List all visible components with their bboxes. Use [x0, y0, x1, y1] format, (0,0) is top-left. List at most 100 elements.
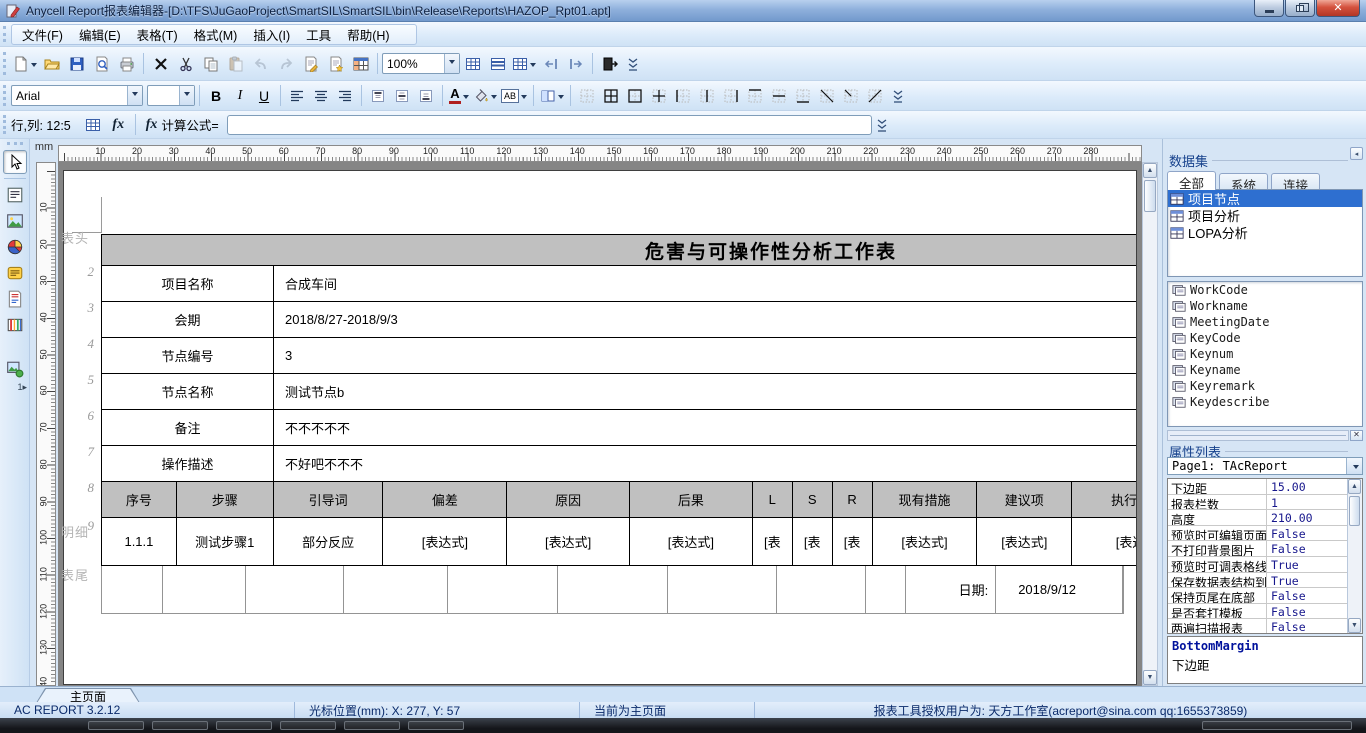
- redo-button[interactable]: [273, 51, 298, 76]
- grid-footer-cell[interactable]: [102, 566, 163, 613]
- grid-footer-cell[interactable]: [777, 566, 867, 613]
- border-horizontal-middle-button[interactable]: [767, 84, 791, 107]
- info-label-cell[interactable]: 会期: [102, 302, 274, 337]
- print-preview-button[interactable]: [89, 51, 114, 76]
- zoom-combo[interactable]: 100%: [382, 53, 460, 74]
- restore-button[interactable]: [1285, 0, 1315, 17]
- property-value[interactable]: 15.00: [1267, 479, 1347, 494]
- insert-label-button[interactable]: [3, 261, 27, 285]
- info-label-cell[interactable]: 项目名称: [102, 266, 274, 301]
- info-label-cell[interactable]: 节点编号: [102, 338, 274, 373]
- open-button[interactable]: [39, 51, 64, 76]
- property-value[interactable]: False: [1267, 604, 1347, 619]
- menu-item[interactable]: 插入(I): [245, 23, 298, 46]
- field-item[interactable]: Keydescribe: [1168, 394, 1362, 410]
- property-row[interactable]: 下边距 15.00: [1168, 479, 1347, 495]
- insert-chart-button[interactable]: [3, 235, 27, 259]
- grid-header-cell[interactable]: 执行人: [1072, 482, 1136, 517]
- text-direction-button[interactable]: AB: [499, 84, 529, 107]
- formula-input[interactable]: [227, 115, 872, 135]
- horizontal-ruler[interactable]: 1020304050607080901001101201301401501601…: [58, 145, 1142, 162]
- insert-textbox-button[interactable]: [3, 183, 27, 207]
- page-tab[interactable]: 主页面: [36, 688, 140, 703]
- report-page[interactable]: 表头 明细 表尾 23456789 危害与可操作性分析工作表 项目名称 合成车间: [63, 170, 1137, 685]
- border-vertical-center-button[interactable]: [695, 84, 719, 107]
- align-left-button[interactable]: [285, 84, 309, 107]
- scroll-thumb[interactable]: [1349, 496, 1360, 526]
- field-item[interactable]: WorkCode: [1168, 282, 1362, 298]
- grid-detail-cell[interactable]: [表达式]: [977, 518, 1072, 565]
- insert-subreport-button[interactable]: [3, 287, 27, 311]
- property-grid-scrollbar[interactable]: ▲ ▼: [1347, 479, 1362, 633]
- property-value[interactable]: False: [1267, 526, 1347, 541]
- valign-bottom-button[interactable]: [414, 84, 438, 107]
- cell-formula-button[interactable]: fx: [106, 112, 131, 137]
- splitter-track[interactable]: [1167, 430, 1349, 441]
- grid-header-cell[interactable]: L: [753, 482, 793, 517]
- toolbar-overflow-button[interactable]: [876, 113, 889, 137]
- grid-header-cell[interactable]: 现有措施: [873, 482, 978, 517]
- field-item[interactable]: Workname: [1168, 298, 1362, 314]
- grid-detail-cell[interactable]: [表: [793, 518, 833, 565]
- align-right-button[interactable]: [333, 84, 357, 107]
- print-button[interactable]: [114, 51, 139, 76]
- toolbar-grip[interactable]: [3, 115, 6, 134]
- property-value[interactable]: True: [1267, 573, 1347, 588]
- info-value-cell[interactable]: 测试节点b: [274, 374, 1136, 409]
- grid-header-cell[interactable]: 步骤: [177, 482, 274, 517]
- row-properties-button[interactable]: [485, 51, 510, 76]
- property-row[interactable]: 预览时可编辑页面 False: [1168, 526, 1347, 542]
- menu-item[interactable]: 工具: [298, 23, 339, 46]
- dataset-tab[interactable]: 系统: [1219, 173, 1268, 190]
- grid-footer-cell[interactable]: [866, 566, 906, 613]
- report-title-cell[interactable]: 危害与可操作性分析工作表: [101, 234, 1136, 266]
- menu-item[interactable]: 文件(F): [14, 23, 71, 46]
- property-value[interactable]: False: [1267, 588, 1347, 603]
- property-row[interactable]: 高度 210.00: [1168, 510, 1347, 526]
- field-item[interactable]: Keyname: [1168, 362, 1362, 378]
- fill-color-button[interactable]: [471, 84, 499, 107]
- valign-middle-button[interactable]: [390, 84, 414, 107]
- dataset-item[interactable]: 项目节点: [1168, 190, 1362, 207]
- property-value[interactable]: True: [1267, 557, 1347, 572]
- grid-detail-cell[interactable]: [表: [833, 518, 873, 565]
- border-all-button[interactable]: [599, 84, 623, 107]
- border-left-button[interactable]: [671, 84, 695, 107]
- field-item[interactable]: KeyCode: [1168, 330, 1362, 346]
- grid-footer-cell[interactable]: [668, 566, 777, 613]
- font-color-button[interactable]: A: [447, 84, 471, 107]
- panel-collapse-button[interactable]: ◂: [1350, 147, 1363, 160]
- font-size-dropdown[interactable]: [179, 86, 194, 105]
- grid-header-cell[interactable]: 引导词: [274, 482, 384, 517]
- grid-detail-cell[interactable]: 部分反应: [274, 518, 384, 565]
- grid-detail-cell[interactable]: 测试步骤1: [177, 518, 274, 565]
- info-label-cell[interactable]: 备注: [102, 410, 274, 445]
- font-name-dropdown[interactable]: [127, 86, 142, 105]
- info-value-cell[interactable]: 不好吧不不不: [274, 446, 1136, 481]
- grid-header-cell[interactable]: 建议项: [977, 482, 1072, 517]
- grid-header-cell[interactable]: 后果: [630, 482, 753, 517]
- grid-detail-cell[interactable]: [表达式]: [873, 518, 978, 565]
- dataset-tab[interactable]: 全部: [1167, 171, 1216, 190]
- exit-button[interactable]: [597, 51, 622, 76]
- border-inner-button[interactable]: [647, 84, 671, 107]
- font-size-combo[interactable]: [147, 85, 195, 106]
- grid-header-cell[interactable]: 原因: [507, 482, 630, 517]
- object-selector-dropdown[interactable]: [1346, 458, 1362, 474]
- grid-header-cell[interactable]: 序号: [102, 482, 177, 517]
- field-item[interactable]: Keyremark: [1168, 378, 1362, 394]
- info-value-cell[interactable]: 2018/8/27-2018/9/3: [274, 302, 1136, 337]
- border-diagonal-down-button[interactable]: [815, 84, 839, 107]
- grid-detail-cell[interactable]: [表达式]: [383, 518, 507, 565]
- splitter-close-button[interactable]: ✕: [1350, 430, 1363, 441]
- toolbar-overflow-button[interactable]: [891, 84, 904, 108]
- insert-shape-button[interactable]: [3, 357, 27, 381]
- table-menu-button[interactable]: [510, 51, 538, 76]
- property-row[interactable]: 保存数据表结构到 True: [1168, 573, 1347, 589]
- insert-column-right-button[interactable]: [563, 51, 588, 76]
- info-value-cell[interactable]: 不不不不不: [274, 410, 1136, 445]
- merge-cells-button[interactable]: [538, 84, 566, 107]
- insert-image-button[interactable]: [3, 209, 27, 233]
- grid-detail-cell[interactable]: [表达式]: [507, 518, 630, 565]
- page-setup-button[interactable]: [298, 51, 323, 76]
